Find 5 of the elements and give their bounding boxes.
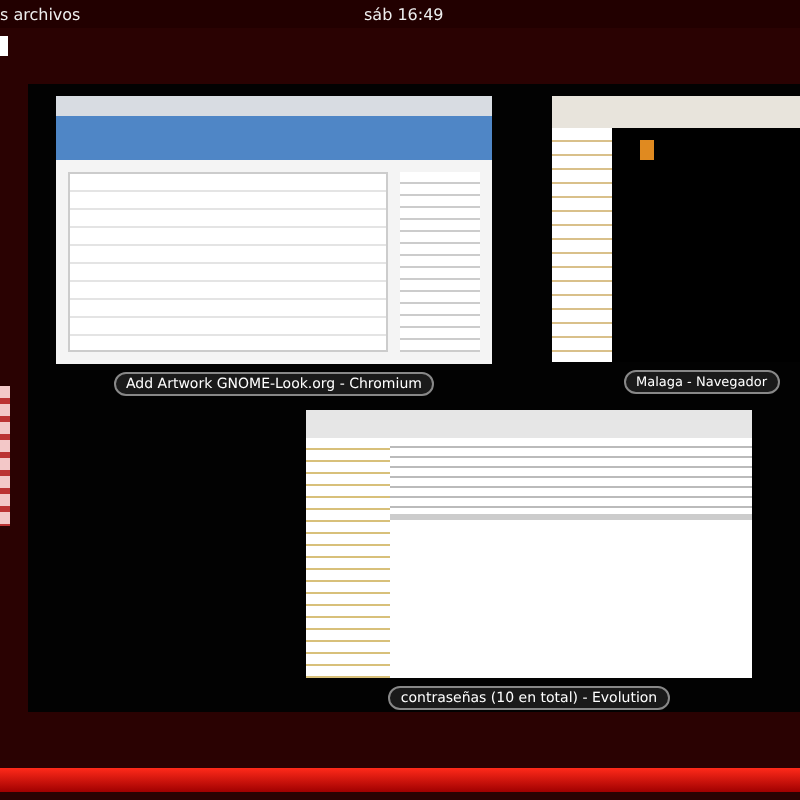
window-thumbnail[interactable]	[56, 96, 492, 364]
clock[interactable]: sáb 16:49	[364, 5, 444, 23]
window-thumbnail[interactable]	[306, 410, 752, 678]
window-thumbnail[interactable]	[552, 96, 800, 362]
activities-label[interactable]: s archivos	[0, 5, 81, 23]
